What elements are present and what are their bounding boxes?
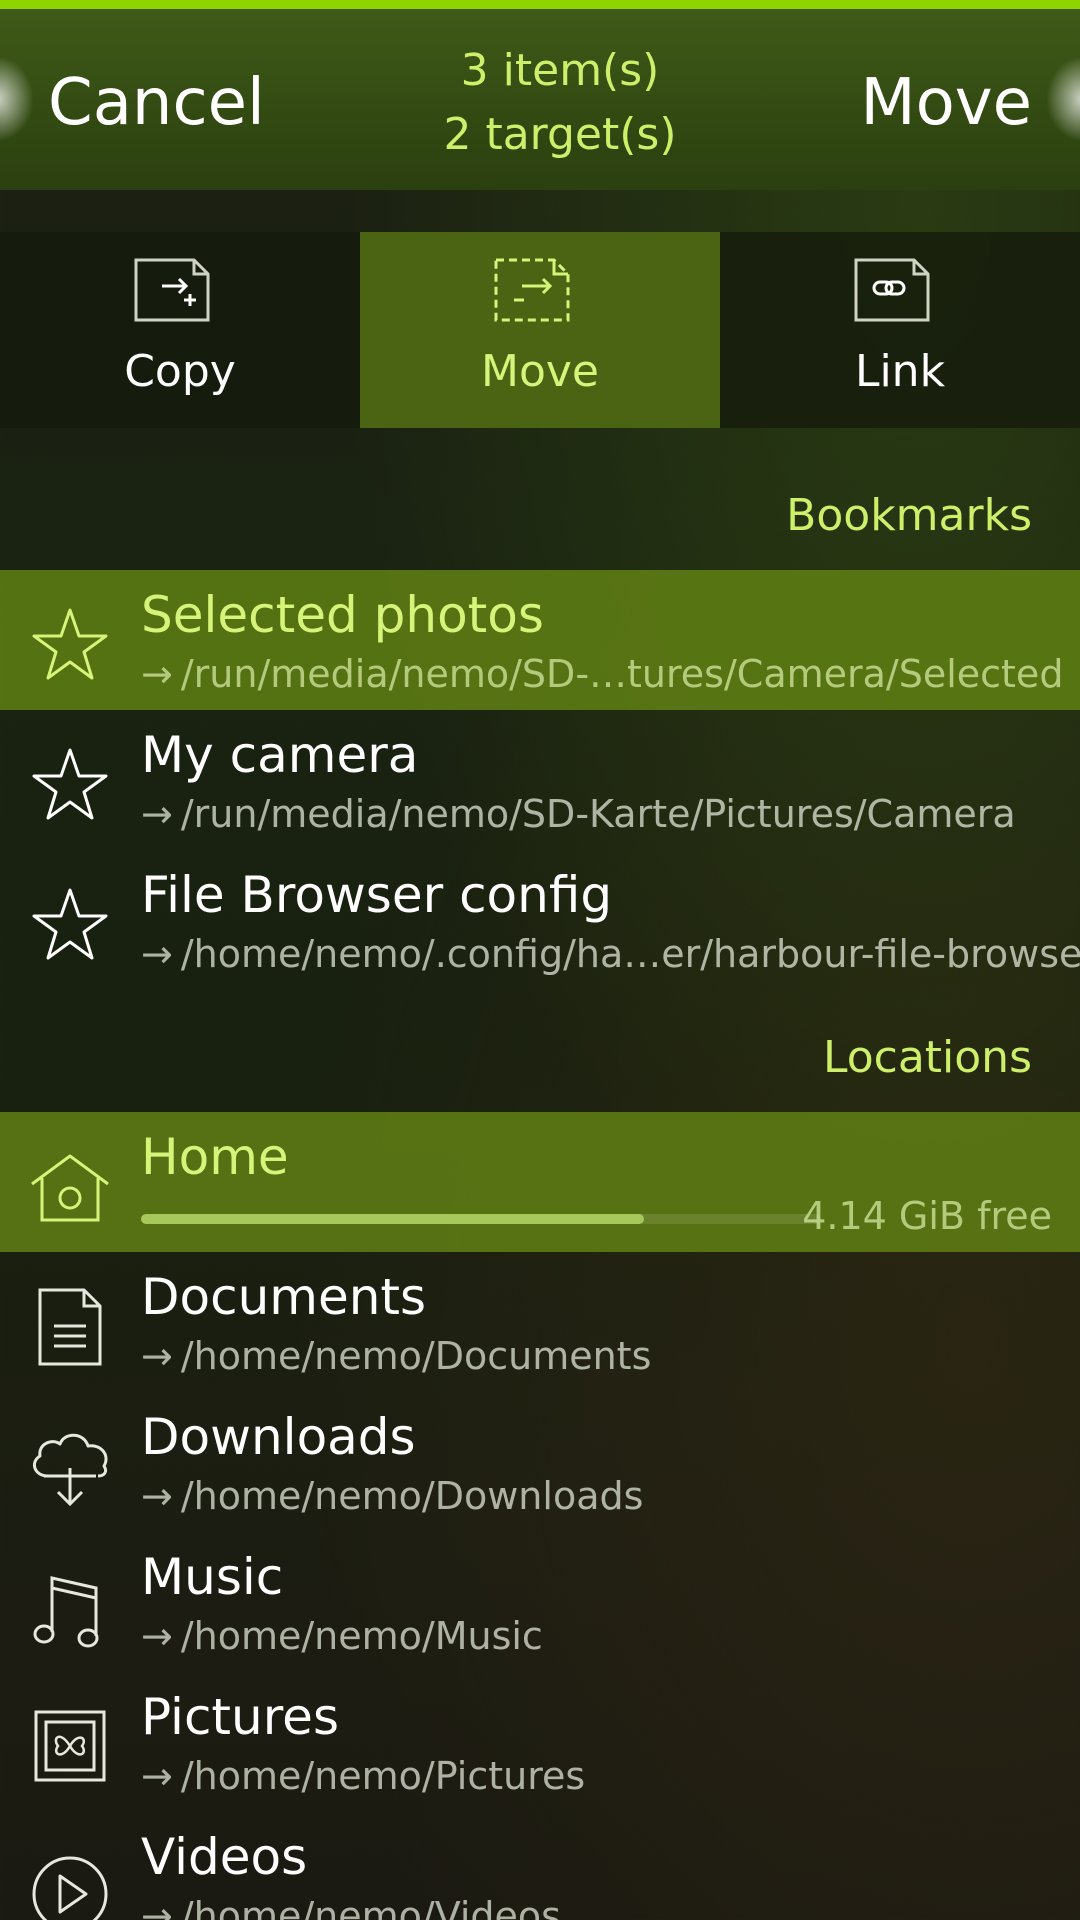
arrow-icon: → xyxy=(141,1754,173,1798)
location-home[interactable]: Home 4.14 GiB free xyxy=(0,1112,1080,1252)
cloud-download-icon xyxy=(32,1433,108,1507)
bookmarks-section-header: Bookmarks xyxy=(786,490,1032,541)
bookmark-title: File Browser config xyxy=(141,866,613,924)
bookmark-path: →/run/media/nemo/SD-Karte/Pictures/Camer… xyxy=(141,792,1016,836)
transfer-mode-selector: Copy Move Link xyxy=(0,232,1080,428)
music-note-icon xyxy=(33,1576,99,1648)
location-title: Pictures xyxy=(141,1688,339,1746)
location-downloads[interactable]: Downloads →/home/nemo/Downloads xyxy=(0,1392,1080,1532)
top-accent-line xyxy=(0,0,1080,9)
bookmark-title: My camera xyxy=(141,726,419,784)
location-path: →/home/nemo/Music xyxy=(141,1614,543,1658)
accept-move-button[interactable]: Move xyxy=(860,61,1032,145)
locations-section-header: Locations xyxy=(822,1032,1032,1083)
location-title: Music xyxy=(141,1548,284,1606)
cancel-button[interactable]: Cancel xyxy=(48,61,265,145)
location-path: →/home/nemo/Downloads xyxy=(141,1474,644,1518)
location-title: Documents xyxy=(141,1268,427,1326)
bookmark-path: →/home/nemo/.config/ha…er/harbour-file-b… xyxy=(141,932,1080,976)
location-pictures[interactable]: Pictures →/home/nemo/Pictures xyxy=(0,1672,1080,1812)
arrow-icon: → xyxy=(141,1894,173,1920)
arrow-icon: → xyxy=(141,652,173,696)
arrow-icon: → xyxy=(141,1334,173,1378)
location-path: →/home/nemo/Pictures xyxy=(141,1754,586,1798)
star-icon xyxy=(32,888,108,960)
disk-usage-bar xyxy=(141,1214,821,1224)
arrow-icon: → xyxy=(141,1614,173,1658)
selection-summary: 3 item(s) 2 target(s) xyxy=(400,39,720,167)
copy-file-icon xyxy=(134,258,210,322)
location-videos[interactable]: Videos →/home/nemo/Videos xyxy=(0,1812,1080,1920)
arrow-icon: → xyxy=(141,932,173,976)
mode-copy-button[interactable]: Copy xyxy=(0,232,360,428)
bookmark-file-browser-config[interactable]: File Browser config →/home/nemo/.config/… xyxy=(0,850,1080,990)
bookmark-my-camera[interactable]: My camera →/run/media/nemo/SD-Karte/Pict… xyxy=(0,710,1080,850)
location-title: Videos xyxy=(141,1828,308,1886)
arrow-icon: → xyxy=(141,1474,173,1518)
mode-copy-label: Copy xyxy=(124,346,236,397)
document-icon xyxy=(38,1288,102,1366)
location-title: Downloads xyxy=(141,1408,416,1466)
star-icon xyxy=(32,608,108,680)
free-space-label: 4.14 GiB free xyxy=(802,1194,1052,1238)
location-path: →/home/nemo/Documents xyxy=(141,1334,652,1378)
home-icon xyxy=(31,1154,109,1222)
star-icon xyxy=(32,748,108,820)
bookmark-selected-photos[interactable]: Selected photos →/run/media/nemo/SD-…tur… xyxy=(0,570,1080,710)
mode-move-label: Move xyxy=(481,346,599,397)
location-title: Home xyxy=(141,1128,289,1186)
dialog-header: Cancel 3 item(s) 2 target(s) Move xyxy=(0,9,1080,190)
bookmark-path: →/run/media/nemo/SD-…tures/Camera/Select… xyxy=(141,652,1064,696)
play-icon xyxy=(32,1856,108,1920)
location-documents[interactable]: Documents →/home/nemo/Documents xyxy=(0,1252,1080,1392)
mode-move-button[interactable]: Move xyxy=(360,232,720,428)
mode-link-label: Link xyxy=(854,346,946,397)
pulley-glow-left xyxy=(0,49,40,149)
picture-icon xyxy=(34,1710,106,1782)
bookmark-title: Selected photos xyxy=(141,586,544,644)
targets-count: 2 target(s) xyxy=(443,109,677,160)
pulley-glow-right xyxy=(1040,49,1080,149)
mode-link-button[interactable]: Link xyxy=(720,232,1080,428)
arrow-icon: → xyxy=(141,792,173,836)
items-count: 3 item(s) xyxy=(460,45,660,96)
location-path: →/home/nemo/Videos xyxy=(141,1890,561,1920)
move-file-icon xyxy=(494,258,570,322)
link-file-icon xyxy=(854,258,930,322)
disk-usage-fill xyxy=(141,1214,645,1224)
location-music[interactable]: Music →/home/nemo/Music xyxy=(0,1532,1080,1672)
